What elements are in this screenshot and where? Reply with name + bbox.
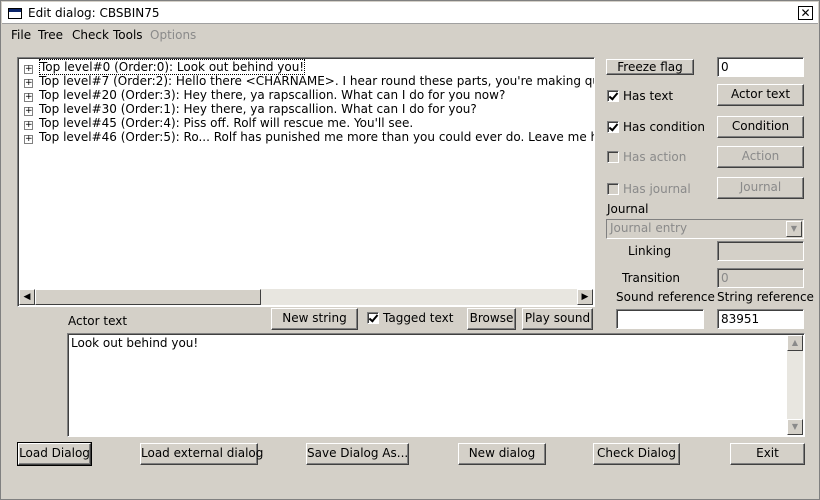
tree-row-label: Top level#30 (Order:1): Hey there, ya ra… xyxy=(39,102,477,116)
tree-row[interactable]: + Top level#0 (Order:0): Look out behind … xyxy=(24,59,306,75)
checkbox-unchecked-icon[interactable] xyxy=(607,183,619,195)
linking-field[interactable] xyxy=(717,241,804,261)
play-sound-button[interactable]: Play sound xyxy=(522,308,593,330)
transition-label: Transition xyxy=(622,271,681,285)
tree-row[interactable]: + Top level#45 (Order:4): Piss off. Rolf … xyxy=(24,116,413,130)
journal-entry-select[interactable]: Journal entry ▼ xyxy=(606,219,804,239)
tree-horizontal-scrollbar[interactable]: ◀ ▶ xyxy=(19,289,593,305)
action-button[interactable]: Action xyxy=(717,146,804,168)
scroll-up-icon[interactable]: ▲ xyxy=(787,335,803,351)
tree-row-label: Top level#20 (Order:3): Hey there, ya ra… xyxy=(39,88,506,102)
load-external-dialog-button[interactable]: Load external dialog xyxy=(140,443,263,465)
menu-check[interactable]: Check xyxy=(72,28,109,42)
expand-icon[interactable]: + xyxy=(24,65,33,74)
has-text-checkbox[interactable]: Has text xyxy=(607,89,673,105)
menu-file[interactable]: File xyxy=(11,28,31,42)
has-condition-checkbox[interactable]: Has condition xyxy=(607,120,705,136)
checkbox-checked-icon[interactable] xyxy=(367,312,379,324)
check-dialog-button[interactable]: Check Dialog xyxy=(593,443,680,465)
condition-button[interactable]: Condition xyxy=(717,116,804,138)
browse-button[interactable]: Browse xyxy=(467,308,516,330)
tree-row[interactable]: + Top level#46 (Order:5): Ro... Rolf has … xyxy=(24,130,595,144)
save-dialog-as-button[interactable]: Save Dialog As... xyxy=(306,443,409,465)
has-action-checkbox[interactable]: Has action xyxy=(607,150,686,166)
tree-row-label: Top level#7 (Order:2): Hello there <CHAR… xyxy=(39,74,595,88)
window-icon xyxy=(8,8,22,19)
tagged-text-label: Tagged text xyxy=(383,311,454,325)
expand-icon[interactable]: + xyxy=(24,121,33,130)
menu-tree[interactable]: Tree xyxy=(38,28,63,42)
expand-icon[interactable]: + xyxy=(24,135,33,144)
journal-label: Journal xyxy=(607,202,649,216)
actor-text-editor[interactable]: Look out behind you! ▲ ▼ xyxy=(67,333,805,437)
menu-options[interactable]: Options xyxy=(150,28,196,42)
has-condition-label: Has condition xyxy=(623,120,705,134)
window-title: Edit dialog: CBSBIN75 xyxy=(28,6,160,20)
linking-label: Linking xyxy=(628,244,672,258)
expand-icon[interactable]: + xyxy=(24,107,33,116)
has-journal-checkbox[interactable]: Has journal xyxy=(607,182,691,198)
chevron-down-icon[interactable]: ▼ xyxy=(786,221,802,237)
scroll-right-icon[interactable]: ▶ xyxy=(577,289,593,305)
editor-vertical-scrollbar[interactable]: ▲ ▼ xyxy=(787,335,803,435)
freeze-flag-button[interactable]: Freeze flag xyxy=(606,59,694,75)
tree-row[interactable]: + Top level#20 (Order:3): Hey there, ya r… xyxy=(24,88,505,102)
string-reference-field[interactable]: 83951 xyxy=(717,309,804,329)
close-button[interactable]: ✕ xyxy=(798,6,813,20)
load-dialog-button[interactable]: Load Dialog xyxy=(17,442,92,466)
checkbox-checked-icon[interactable] xyxy=(607,90,619,102)
expand-icon[interactable]: + xyxy=(24,93,33,102)
transition-field[interactable]: 0 xyxy=(717,268,804,288)
freeze-flag-value[interactable]: 0 xyxy=(717,57,804,77)
has-text-label: Has text xyxy=(623,89,674,103)
scroll-left-icon[interactable]: ◀ xyxy=(19,289,35,305)
dialog-tree[interactable]: + Top level#0 (Order:0): Look out behind … xyxy=(17,57,595,307)
sound-reference-field[interactable] xyxy=(616,309,704,329)
string-reference-label: String reference xyxy=(717,290,814,304)
tree-row-label: Top level#45 (Order:4): Piss off. Rolf w… xyxy=(39,116,414,130)
expand-icon[interactable]: + xyxy=(24,79,33,88)
has-action-label: Has action xyxy=(623,150,687,164)
checkbox-unchecked-icon[interactable] xyxy=(607,151,619,163)
menu-tools[interactable]: Tools xyxy=(113,28,143,42)
new-dialog-button[interactable]: New dialog xyxy=(458,443,546,465)
title-bar: Edit dialog: CBSBIN75 ✕ xyxy=(2,2,818,24)
edit-dialog-window: Edit dialog: CBSBIN75 ✕ File Tree Check … xyxy=(0,0,820,500)
new-string-button[interactable]: New string xyxy=(271,308,358,330)
actor-text-label: Actor text xyxy=(68,314,128,328)
exit-button[interactable]: Exit xyxy=(730,443,805,465)
tree-row-label: Top level#0 (Order:0): Look out behind y… xyxy=(39,59,306,75)
sound-reference-label: Sound reference xyxy=(616,290,715,304)
scrollbar-thumb[interactable] xyxy=(35,289,261,305)
tree-row[interactable]: + Top level#7 (Order:2): Hello there <CHA… xyxy=(24,74,595,88)
actor-text-button[interactable]: Actor text xyxy=(717,84,804,106)
journal-entry-value: Journal entry xyxy=(610,221,688,235)
menu-bar: File Tree Check Tools Options xyxy=(1,25,820,45)
journal-button[interactable]: Journal xyxy=(717,177,804,199)
tagged-text-checkbox[interactable]: Tagged text xyxy=(367,311,453,327)
scroll-down-icon[interactable]: ▼ xyxy=(787,419,803,435)
tree-row-label: Top level#46 (Order:5): Ro... Rolf has p… xyxy=(39,130,595,144)
has-journal-label: Has journal xyxy=(623,182,691,196)
actor-text-content: Look out behind you! xyxy=(71,336,199,350)
checkbox-checked-icon[interactable] xyxy=(607,121,619,133)
tree-row[interactable]: + Top level#30 (Order:1): Hey there, ya r… xyxy=(24,102,477,116)
